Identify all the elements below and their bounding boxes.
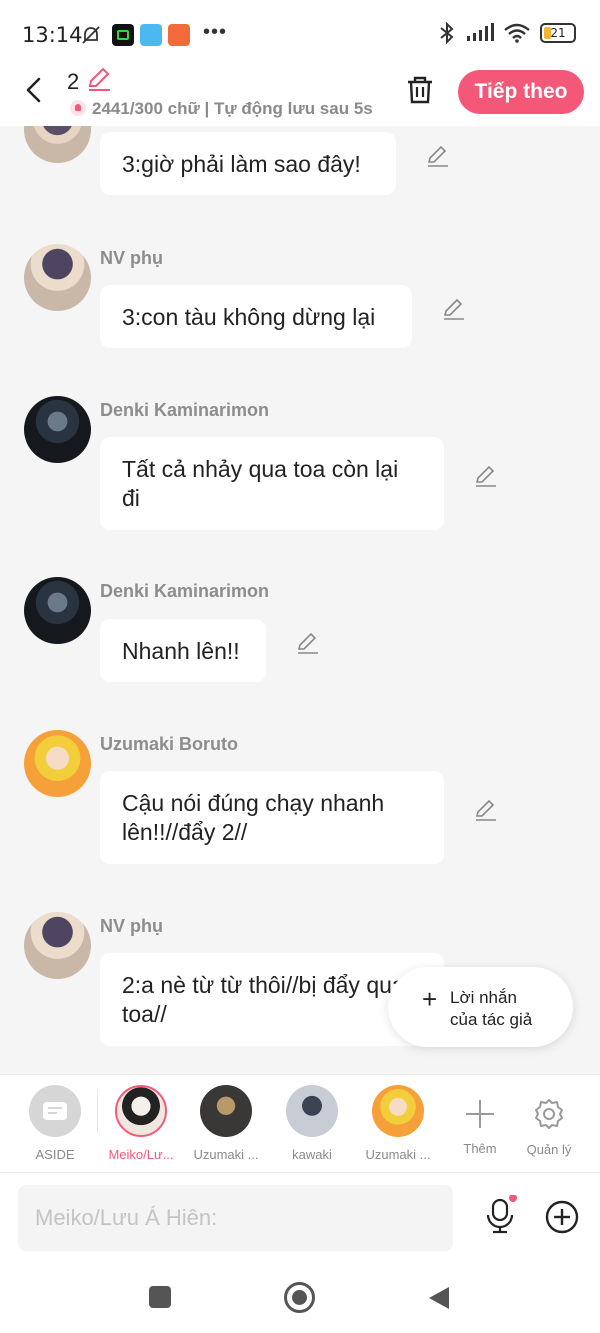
boruto-avatar [372, 1085, 424, 1137]
character-meiko[interactable]: Meiko/Lư... [99, 1085, 183, 1162]
denki-avatar[interactable] [24, 396, 91, 463]
mute-icon [82, 26, 100, 44]
trash-icon[interactable] [404, 74, 436, 106]
wifi-icon [504, 23, 530, 43]
message-bubble[interactable]: 3:con tàu không dừng lại [100, 285, 412, 348]
add-circle-icon[interactable] [544, 1199, 580, 1235]
home-button[interactable] [284, 1282, 315, 1313]
add-character-button[interactable]: Thêm [445, 1085, 515, 1156]
message-bubble[interactable]: 3:giờ phải làm sao đây! [100, 132, 396, 195]
character-uzumaki-1[interactable]: Uzumaki ... [184, 1085, 268, 1162]
meiko-avatar [115, 1085, 167, 1137]
side-character-avatar[interactable] [24, 126, 91, 163]
edit-title-icon[interactable] [86, 66, 112, 92]
chat-list[interactable]: 3:giờ phải làm sao đây! NV phụ 3:con tàu… [0, 126, 600, 1074]
character-name: Denki Kaminarimon [100, 581, 270, 601]
character-kawaki[interactable]: kawaki [270, 1085, 354, 1162]
back-icon[interactable] [18, 74, 50, 106]
character-name: NV phụ [100, 248, 163, 268]
message-bubble[interactable]: Nhanh lên!! [100, 619, 266, 682]
character-uzumaki-2[interactable]: Uzumaki ... [356, 1085, 440, 1162]
back-nav-icon[interactable] [427, 1285, 451, 1311]
manage-button[interactable]: Quản lý [514, 1085, 584, 1157]
character-name: Uzumaki Boruto [100, 734, 239, 754]
edit-message-icon[interactable] [474, 798, 498, 822]
side-character-avatar[interactable] [24, 244, 91, 311]
kawaki-avatar [286, 1085, 338, 1137]
word-count-status: 2441/300 chữ | Tự động lưu sau 5s [70, 98, 380, 119]
character-name: Denki Kaminarimon [100, 400, 270, 420]
next-button[interactable]: Tiếp theo [458, 70, 584, 114]
plus-icon: + [422, 984, 438, 1014]
plus-icon [466, 1100, 494, 1128]
edit-message-icon[interactable] [474, 464, 498, 488]
edit-message-icon[interactable] [296, 631, 320, 655]
boruto-avatar[interactable] [24, 730, 91, 797]
status-time: 13:14 [22, 23, 83, 47]
author-note-button[interactable]: + Lời nhắn của tác giả [388, 967, 573, 1047]
battery-icon: 21 [540, 23, 576, 43]
editor-header: 2 2441/300 chữ | Tự động lưu sau 5s Tiếp… [0, 60, 600, 126]
app-icon-blue [140, 24, 162, 46]
more-icon: ••• [203, 21, 228, 43]
divider [97, 1089, 98, 1133]
character-bar: ASIDE Meiko/Lư... Uzumaki ... kawaki Uzu… [0, 1074, 600, 1172]
edit-message-icon[interactable] [442, 297, 466, 321]
episode-number: 2 [67, 69, 80, 94]
alert-icon [70, 100, 86, 116]
uzumaki-avatar [200, 1085, 252, 1137]
microphone-icon[interactable] [480, 1195, 520, 1235]
app-icon-green [112, 24, 134, 46]
denki-avatar[interactable] [24, 577, 91, 644]
aside-icon [29, 1085, 81, 1137]
edit-message-icon[interactable] [426, 144, 450, 168]
character-name: NV phụ [100, 916, 163, 936]
character-aside[interactable]: ASIDE [13, 1085, 97, 1162]
message-input[interactable] [18, 1185, 453, 1251]
input-bar [0, 1172, 600, 1262]
side-character-avatar[interactable] [24, 912, 91, 979]
gear-icon [535, 1099, 563, 1129]
app-icon-orange [168, 24, 190, 46]
bluetooth-icon [440, 22, 454, 44]
message-bubble[interactable]: Cậu nói đúng chạy nhanh lên!!//đẩy 2// [100, 771, 444, 864]
system-navbar [0, 1262, 600, 1333]
recents-button[interactable] [149, 1286, 171, 1308]
message-bubble[interactable]: Tất cả nhảy qua toa còn lại đi [100, 437, 444, 530]
signal-icon [467, 23, 494, 41]
